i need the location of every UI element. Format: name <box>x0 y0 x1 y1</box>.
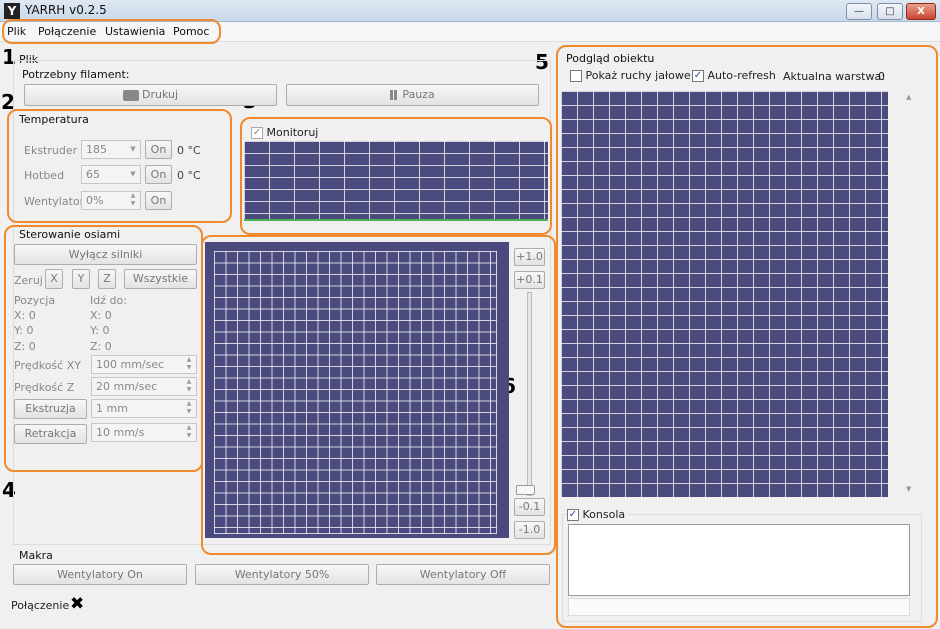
z-down-1-button[interactable]: -1.0 <box>514 521 545 539</box>
extrude-button[interactable]: Ekstruzja <box>14 399 87 419</box>
show-travel-label: Pokaż ruchy jałowe <box>585 69 691 82</box>
extruder-label: Ekstruder <box>24 144 78 157</box>
extruder-temp-value: 185 <box>86 143 107 156</box>
extruder-temp-select[interactable]: 185 ▼ <box>81 140 141 159</box>
console-label: Konsola <box>582 508 626 521</box>
axes-group-label: Sterowanie osiami <box>19 228 121 241</box>
macro-fans-off-button[interactable]: Wentylatory Off <box>376 564 550 585</box>
retract-spinbox[interactable]: 10 mm/s ▲ ▼ <box>91 423 197 442</box>
print-button[interactable]: Drukuj <box>24 84 277 106</box>
home-x-button[interactable]: X <box>45 269 63 289</box>
spin-arrows-icon: ▲ ▼ <box>186 424 192 439</box>
show-travel-checkbox[interactable]: Pokaż ruchy jałowe <box>570 69 691 82</box>
goto-z: Z: 0 <box>90 340 112 353</box>
goto-label: Idź do: <box>90 294 127 307</box>
z-up-01-button[interactable]: +0.1 <box>514 271 545 289</box>
auto-refresh-checkbox[interactable]: ✓ Auto-refresh <box>692 69 776 82</box>
checkbox-unchecked-icon <box>570 70 582 82</box>
console-output[interactable] <box>568 524 910 596</box>
speed-xy-value: 100 mm/sec <box>96 358 165 371</box>
disconnected-icon: ✖ <box>70 594 85 614</box>
home-z-button[interactable]: Z <box>98 269 116 289</box>
speed-xy-spinbox[interactable]: 100 mm/sec ▲ ▼ <box>91 355 197 374</box>
fan-value: 0% <box>86 194 104 207</box>
window-title: YARRH v0.2.5 <box>25 3 107 17</box>
preview-group-label: Podgląd obiektu <box>566 52 655 65</box>
speed-xy-label: Prędkość XY <box>14 359 81 372</box>
xy-bed-panel[interactable] <box>205 242 509 538</box>
position-label: Pozycja <box>14 294 56 307</box>
hotbed-temp-value: 65 <box>86 168 100 181</box>
extruder-reading: 0 °C <box>177 144 201 157</box>
maximize-button[interactable]: □ <box>877 3 903 20</box>
chevron-down-icon: ▼ <box>130 145 136 153</box>
object-preview-canvas[interactable] <box>561 91 888 497</box>
z-down-01-button[interactable]: -0.1 <box>514 498 545 516</box>
temperature-graph <box>244 141 548 221</box>
print-label: Drukuj <box>141 88 179 101</box>
pos-y: Y: 0 <box>14 324 34 337</box>
home-y-button[interactable]: Y <box>72 269 90 289</box>
retract-button[interactable]: Retrakcja <box>14 424 87 444</box>
z-slider-track[interactable] <box>527 292 532 496</box>
spin-arrows-icon: ▲ ▼ <box>186 378 192 393</box>
goto-x: X: 0 <box>90 309 112 322</box>
printer-icon <box>122 89 139 101</box>
monitor-checkbox[interactable]: ✓ Monitoruj <box>251 126 318 139</box>
spin-arrows-icon: ▲ ▼ <box>186 400 192 415</box>
current-layer-value: 0 <box>878 70 885 83</box>
hotbed-label: Hotbed <box>24 169 65 182</box>
current-layer-label: Aktualna warstwa: <box>783 70 885 83</box>
fan-on-button[interactable]: On <box>145 191 172 210</box>
auto-refresh-label: Auto-refresh <box>707 69 776 82</box>
close-button[interactable]: X <box>906 3 936 20</box>
macros-group-label: Makra <box>19 549 53 562</box>
preview-scrollbar[interactable]: ▲ ▼ <box>902 91 918 497</box>
temperature-group-label: Temperatura <box>19 113 89 126</box>
spin-arrows-icon: ▲ ▼ <box>130 192 136 207</box>
minimize-button[interactable]: — <box>846 3 872 20</box>
fan-spinbox[interactable]: 0% ▲ ▼ <box>81 191 141 210</box>
disable-motors-button[interactable]: Wyłącz silniki <box>14 244 197 265</box>
console-input[interactable] <box>568 598 910 616</box>
filament-label: Potrzebny filament: <box>22 68 130 81</box>
speed-z-label: Prędkość Z <box>14 381 75 394</box>
retract-value: 10 mm/s <box>96 426 145 439</box>
pause-button[interactable]: Pauza <box>286 84 539 106</box>
pause-icon <box>390 90 398 100</box>
macro-fans-50-button[interactable]: Wentylatory 50% <box>195 564 369 585</box>
check-icon: ✓ <box>251 127 263 139</box>
app-logo-icon: Y <box>4 3 20 19</box>
fan-label: Wentylator <box>24 195 85 208</box>
monitor-label: Monitoruj <box>266 126 319 139</box>
extrude-value: 1 mm <box>96 402 128 415</box>
highlight-1 <box>2 19 221 44</box>
speed-z-value: 20 mm/sec <box>96 380 158 393</box>
z-slider-handle[interactable] <box>516 485 535 495</box>
pause-label: Pauza <box>402 88 435 101</box>
spin-arrows-icon: ▲ ▼ <box>186 356 192 371</box>
scroll-down-icon[interactable]: ▼ <box>906 485 911 493</box>
pos-z: Z: 0 <box>14 340 36 353</box>
home-label: Zeruj <box>14 274 43 287</box>
hotbed-on-button[interactable]: On <box>145 165 172 184</box>
connection-status-label: Połączenie <box>11 599 70 612</box>
check-icon: ✓ <box>692 70 704 82</box>
hotbed-temp-select[interactable]: 65 ▼ <box>81 165 141 184</box>
check-icon: ✓ <box>567 509 579 521</box>
home-all-button[interactable]: Wszystkie <box>124 269 197 289</box>
speed-z-spinbox[interactable]: 20 mm/sec ▲ ▼ <box>91 377 197 396</box>
goto-y: Y: 0 <box>90 324 110 337</box>
z-up-1-button[interactable]: +1.0 <box>514 248 545 266</box>
macro-fans-on-button[interactable]: Wentylatory On <box>13 564 187 585</box>
console-checkbox[interactable]: ✓ Konsola <box>567 508 629 521</box>
chevron-down-icon: ▼ <box>130 170 136 178</box>
pos-x: X: 0 <box>14 309 36 322</box>
hotbed-reading: 0 °C <box>177 169 201 182</box>
extruder-on-button[interactable]: On <box>145 140 172 159</box>
xy-bed-grid[interactable] <box>214 251 497 534</box>
scroll-up-icon[interactable]: ▲ <box>906 93 911 101</box>
extrude-spinbox[interactable]: 1 mm ▲ ▼ <box>91 399 197 418</box>
